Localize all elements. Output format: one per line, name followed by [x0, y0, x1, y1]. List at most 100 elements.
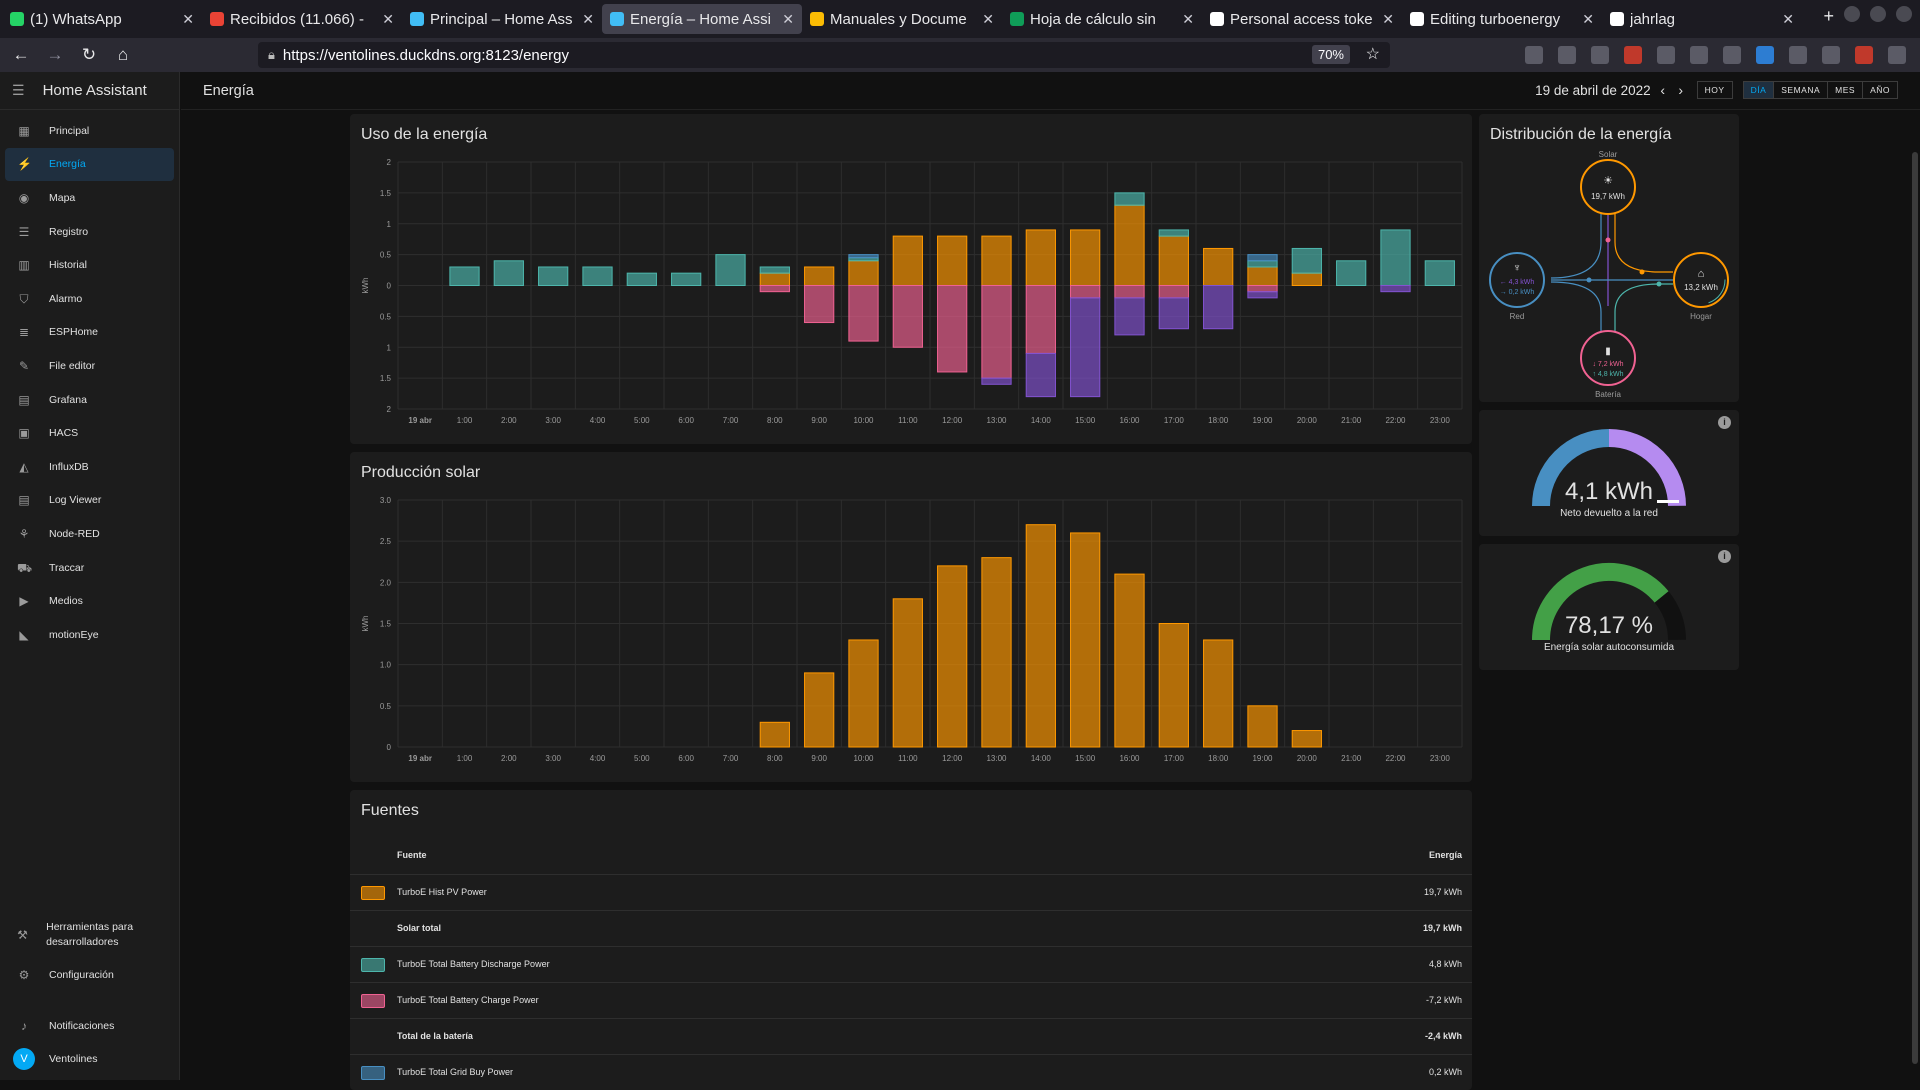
chart-bar[interactable] [981, 285, 1012, 379]
sidebar-user[interactable]: V Ventolines [5, 1042, 175, 1076]
chart-bar[interactable] [1203, 247, 1234, 286]
sidebar-item[interactable]: ≣ ESPHome [5, 316, 174, 350]
extension-icon[interactable] [1756, 46, 1774, 64]
maximize-icon[interactable] [1870, 6, 1886, 22]
chart-bar[interactable] [1114, 297, 1145, 336]
chart-bar[interactable] [804, 266, 835, 287]
chart-bar[interactable] [1336, 260, 1367, 287]
sidebar-item[interactable]: ◉ Mapa [5, 181, 174, 215]
chart-bar[interactable] [848, 285, 879, 342]
extension-icon[interactable] [1558, 46, 1576, 64]
extension-icon[interactable] [1525, 46, 1543, 64]
bookmark-star-icon[interactable]: ☆ [1366, 44, 1380, 64]
sidebar-item[interactable]: ♪ Notificaciones [5, 1009, 175, 1043]
sidebar-item[interactable]: ▥ Historial [5, 248, 174, 282]
sidebar-item[interactable]: ◣ motionEye [5, 618, 174, 652]
chart-bar[interactable] [848, 260, 879, 287]
extension-icon[interactable] [1690, 46, 1708, 64]
sidebar-item[interactable]: ✎ File editor [5, 349, 174, 383]
sidebar-item[interactable]: ⛉ Alarmo [5, 282, 174, 316]
chart-bar[interactable] [1291, 730, 1322, 748]
browser-tab[interactable]: Recibidos (11.066) - ✕ [202, 4, 402, 34]
tab-close-icon[interactable]: ✕ [1382, 11, 1394, 28]
tab-close-icon[interactable]: ✕ [1582, 11, 1594, 28]
browser-tab[interactable]: (1) WhatsApp ✕ [2, 4, 202, 34]
chart-bar[interactable] [582, 266, 613, 287]
chart-bar[interactable] [1158, 623, 1189, 748]
page-scrollbar[interactable] [1912, 152, 1918, 1064]
new-tab-icon[interactable]: + [1823, 6, 1834, 27]
chart-bar[interactable] [848, 254, 879, 259]
browser-tab[interactable]: Principal – Home Ass ✕ [402, 4, 602, 34]
browser-tab[interactable]: Hoja de cálculo sin ✕ [1002, 4, 1202, 34]
chart-bar[interactable] [538, 266, 569, 287]
period-button[interactable]: DÍA [1742, 81, 1774, 99]
chart-bar[interactable] [892, 598, 923, 748]
chart-bar[interactable] [759, 721, 790, 748]
chart-bar[interactable] [1070, 532, 1101, 748]
sidebar-item[interactable]: ▤ Grafana [5, 383, 174, 417]
zoom-indicator[interactable]: 70% [1311, 45, 1350, 64]
chart-bar[interactable] [1247, 285, 1278, 293]
chart-bar[interactable] [937, 285, 968, 373]
chart-bar[interactable] [449, 266, 480, 287]
extension-icon[interactable] [1657, 46, 1675, 64]
next-period-icon[interactable]: › [1675, 82, 1687, 98]
period-button[interactable]: MES [1827, 81, 1863, 99]
sidebar-item[interactable]: ⛟ Traccar [5, 551, 174, 585]
chart-bar[interactable] [1025, 524, 1056, 748]
sidebar-item[interactable]: ◭ InfluxDB [5, 450, 174, 484]
chart-bar[interactable] [1203, 285, 1234, 330]
chart-bar[interactable] [937, 235, 968, 286]
chart-bar[interactable] [1114, 192, 1145, 206]
browser-tab[interactable]: jahrlag ✕ [1602, 4, 1802, 34]
sidebar-item[interactable]: ⚡ Energía [5, 147, 174, 182]
sidebar-item[interactable]: ⚙ Configuración [5, 958, 175, 992]
chart-bar[interactable] [804, 672, 835, 748]
chart-bar[interactable] [1070, 229, 1101, 287]
today-button[interactable]: HOY [1696, 81, 1733, 99]
chart-bar[interactable] [759, 285, 790, 293]
close-window-icon[interactable] [1896, 6, 1912, 22]
extension-icon[interactable] [1723, 46, 1741, 64]
browser-tab[interactable]: Editing turboenergy ✕ [1402, 4, 1602, 34]
browser-tab[interactable]: Personal access toke ✕ [1202, 4, 1402, 34]
chart-bar[interactable] [1114, 573, 1145, 748]
back-icon[interactable]: ← [8, 45, 34, 65]
tab-close-icon[interactable]: ✕ [582, 11, 594, 28]
menu-collapse-icon[interactable]: ☰ [12, 82, 25, 99]
sidebar-item[interactable]: ⚒ Herramientas para desarrolladores [5, 912, 175, 958]
sidebar-item[interactable]: ▦ Principal [5, 114, 174, 148]
chart-bar[interactable] [1247, 705, 1278, 748]
chart-bar[interactable] [493, 260, 524, 287]
reload-icon[interactable]: ↻ [76, 45, 102, 65]
chart-bar[interactable] [892, 285, 923, 348]
tab-close-icon[interactable]: ✕ [1782, 11, 1794, 28]
chart-bar[interactable] [759, 266, 790, 274]
sidebar-item[interactable]: ▣ HACS [5, 416, 174, 450]
chart-bar[interactable] [1158, 285, 1189, 299]
sidebar-item[interactable]: ▶ Medios [5, 584, 174, 618]
period-button[interactable]: AÑO [1862, 81, 1898, 99]
period-button[interactable]: SEMANA [1773, 81, 1828, 99]
prev-period-icon[interactable]: ‹ [1657, 82, 1669, 98]
url-bar[interactable]: 🔒︎ https://ventolines.duckdns.org:8123/e… [258, 42, 1390, 68]
browser-tab[interactable]: Manuales y Docume ✕ [802, 4, 1002, 34]
chart-bar[interactable] [1070, 285, 1101, 299]
chart-bar[interactable] [1025, 285, 1056, 354]
home-icon[interactable]: ⌂ [110, 45, 136, 65]
extension-icon[interactable] [1855, 46, 1873, 64]
chart-bar[interactable] [981, 557, 1012, 748]
chart-bar[interactable] [1158, 235, 1189, 286]
minimize-icon[interactable] [1844, 6, 1860, 22]
chart-bar[interactable] [937, 565, 968, 748]
sidebar-item[interactable]: ⚘ Node-RED [5, 517, 174, 551]
chart-bar[interactable] [1247, 291, 1278, 299]
sidebar-item[interactable]: ▤ Log Viewer [5, 484, 174, 518]
extension-icon[interactable] [1789, 46, 1807, 64]
extension-icon[interactable] [1591, 46, 1609, 64]
chart-bar[interactable] [1424, 260, 1455, 287]
chart-bar[interactable] [848, 639, 879, 748]
chart-bar[interactable] [1114, 285, 1145, 299]
chart-bar[interactable] [1158, 297, 1189, 330]
